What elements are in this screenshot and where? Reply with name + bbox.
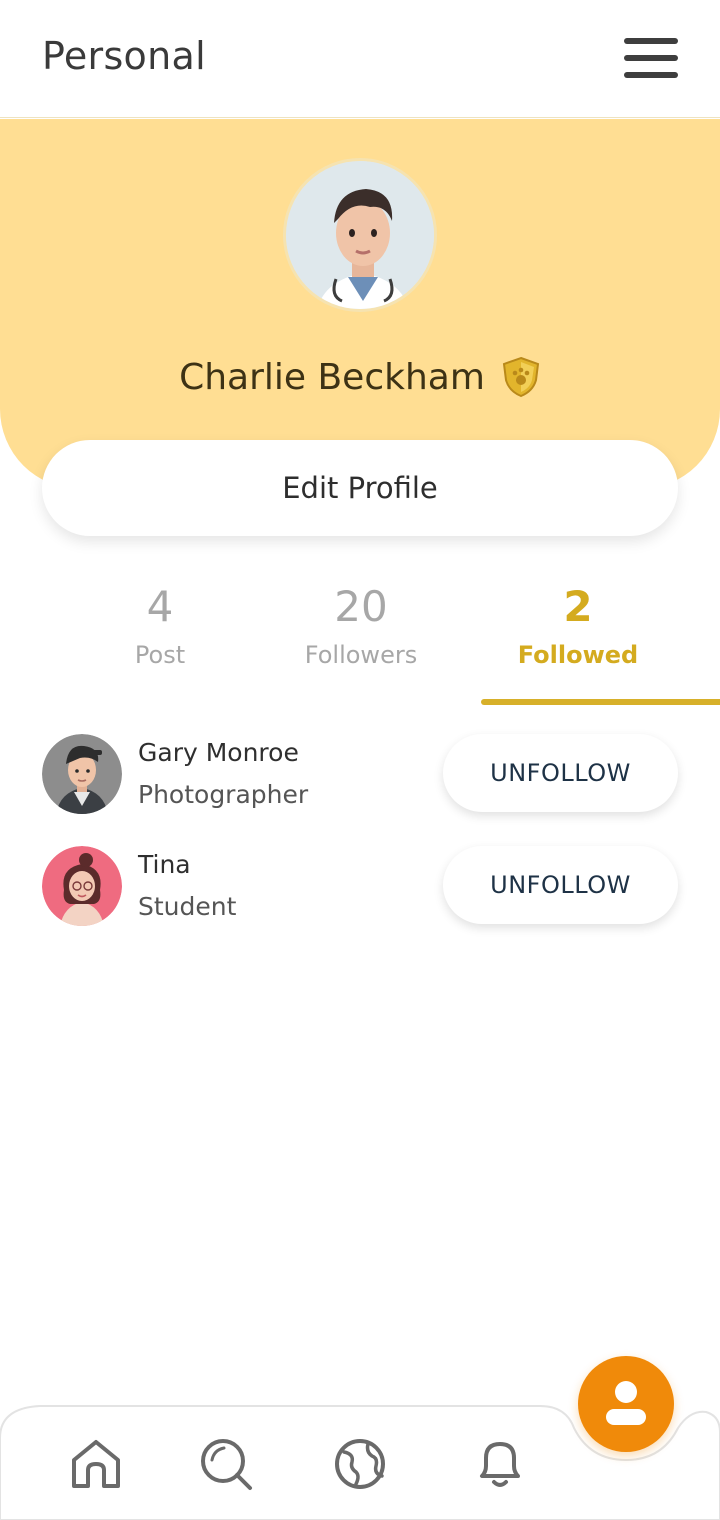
globe-icon[interactable]	[332, 1436, 388, 1492]
app-header: Personal	[0, 0, 720, 118]
profile-icon	[606, 1381, 646, 1425]
tab-followed[interactable]: 2 Followed	[458, 580, 698, 706]
shield-badge-icon	[501, 356, 541, 398]
user-role: Photographer	[138, 780, 309, 809]
user-role: Student	[138, 892, 237, 921]
bell-icon[interactable]	[472, 1436, 528, 1492]
avatar[interactable]	[283, 158, 437, 312]
followed-count: 2	[563, 582, 593, 631]
hamburger-menu-icon[interactable]	[620, 36, 680, 82]
tab-followers[interactable]: 20 Followers	[241, 580, 481, 706]
avatar[interactable]	[42, 846, 122, 926]
followers-count: 20	[334, 582, 388, 631]
unfollow-button[interactable]: UNFOLLOW	[443, 846, 678, 924]
avatar[interactable]	[42, 734, 122, 814]
followers-label: Followers	[304, 641, 418, 669]
user-name: Gary Monroe	[138, 738, 299, 767]
followed-label: Followed	[517, 641, 639, 669]
unfollow-button[interactable]: UNFOLLOW	[443, 734, 678, 812]
profile-name: Charlie Beckham	[179, 356, 485, 398]
user-name: Tina	[138, 850, 191, 879]
list-item: Gary Monroe Photographer UNFOLLOW	[0, 730, 720, 820]
search-icon[interactable]	[198, 1436, 254, 1492]
profile-fab-button[interactable]	[578, 1356, 674, 1452]
stats-tabs: 4 Post 20 Followers 2 Followed	[0, 580, 720, 706]
edit-profile-button[interactable]: Edit Profile	[42, 440, 678, 536]
page-title: Personal	[42, 34, 206, 78]
active-tab-indicator	[481, 699, 720, 705]
list-item: Tina Student UNFOLLOW	[0, 842, 720, 932]
profile-name-row: Charlie Beckham	[0, 356, 720, 398]
home-icon[interactable]	[68, 1436, 124, 1492]
